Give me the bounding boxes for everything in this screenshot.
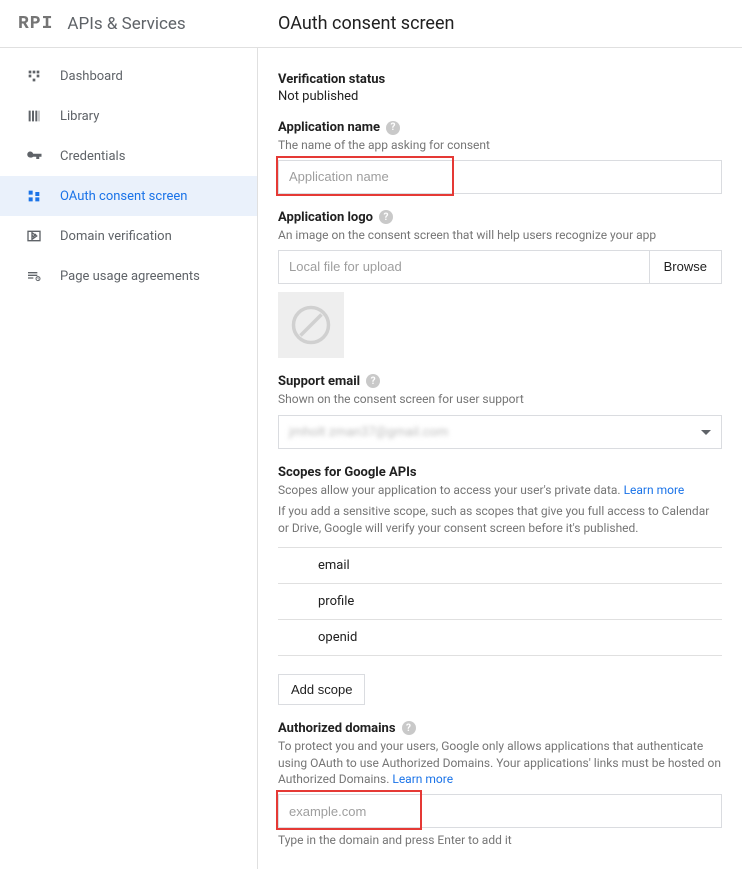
auth-domains-hint: To protect you and your users, Google on… — [278, 738, 722, 788]
sidebar-item-label: Page usage agreements — [60, 269, 200, 284]
auth-domain-enter-hint: Type in the domain and press Enter to ad… — [278, 832, 722, 849]
support-email-hint: Shown on the consent screen for user sup… — [278, 391, 722, 408]
sidebar-item-label: Domain verification — [60, 229, 172, 244]
sidebar-item-label: Library — [60, 109, 99, 124]
scopes-hint: Scopes allow your application to access … — [278, 482, 722, 499]
app-name-label-text: Application name — [278, 120, 380, 135]
credentials-icon — [24, 146, 44, 166]
add-scope-button[interactable]: Add scope — [278, 674, 365, 705]
api-logo: RPI — [18, 14, 53, 34]
sidebar: Dashboard Library Credentials OAuth cons… — [0, 48, 258, 869]
product-title: APIs & Services — [67, 14, 185, 34]
main-content: Verification status Not published Applic… — [258, 48, 742, 869]
scopes-hint-text: Scopes allow your application to access … — [278, 483, 624, 497]
auth-domains-label-text: Authorized domains — [278, 721, 396, 736]
page-title: OAuth consent screen — [258, 13, 454, 34]
auth-domains-hint-text: To protect you and your users, Google on… — [278, 739, 721, 787]
app-name-hint: The name of the app asking for consent — [278, 137, 722, 154]
scope-row: email — [278, 548, 722, 584]
help-icon[interactable]: ? — [379, 210, 393, 224]
scope-row: profile — [278, 584, 722, 620]
library-icon — [24, 106, 44, 126]
sidebar-item-consent[interactable]: OAuth consent screen — [0, 176, 257, 216]
domain-icon — [24, 226, 44, 246]
consent-icon — [24, 186, 44, 206]
browse-button[interactable]: Browse — [649, 250, 722, 284]
sidebar-item-dashboard[interactable]: Dashboard — [0, 56, 257, 96]
app-name-input[interactable] — [278, 160, 722, 194]
sidebar-item-domain[interactable]: Domain verification — [0, 216, 257, 256]
verification-status-label: Verification status — [278, 72, 722, 87]
support-email-value: jmholt zman37@gmail.com — [289, 425, 448, 440]
auth-domain-input[interactable] — [278, 794, 722, 828]
logo-placeholder — [278, 292, 344, 358]
sidebar-item-agreements[interactable]: Page usage agreements — [0, 256, 257, 296]
app-logo-label-text: Application logo — [278, 210, 373, 225]
sidebar-item-label: Dashboard — [60, 69, 123, 84]
app-logo-path-input[interactable] — [278, 250, 649, 284]
app-logo-hint: An image on the consent screen that will… — [278, 227, 722, 244]
auth-domains-learn-more-link[interactable]: Learn more — [392, 772, 453, 786]
support-email-label: Support email ? — [278, 374, 722, 389]
help-icon[interactable]: ? — [366, 374, 380, 388]
sidebar-item-label: OAuth consent screen — [60, 189, 187, 204]
support-email-select[interactable]: jmholt zman37@gmail.com — [278, 415, 722, 449]
scope-row: openid — [278, 620, 722, 656]
sidebar-item-library[interactable]: Library — [0, 96, 257, 136]
dashboard-icon — [24, 66, 44, 86]
app-name-label: Application name ? — [278, 120, 722, 135]
scope-list: email profile openid — [278, 547, 722, 656]
help-icon[interactable]: ? — [402, 721, 416, 735]
sidebar-item-credentials[interactable]: Credentials — [0, 136, 257, 176]
header-left: RPI APIs & Services — [0, 14, 258, 34]
chevron-down-icon — [701, 430, 711, 435]
auth-domains-label: Authorized domains ? — [278, 721, 722, 736]
scopes-sensitive-hint: If you add a sensitive scope, such as sc… — [278, 503, 722, 537]
agreements-icon — [24, 266, 44, 286]
app-logo-label: Application logo ? — [278, 210, 722, 225]
support-email-label-text: Support email — [278, 374, 360, 389]
scopes-label: Scopes for Google APIs — [278, 465, 722, 480]
sidebar-item-label: Credentials — [60, 149, 125, 164]
scopes-learn-more-link[interactable]: Learn more — [624, 483, 685, 497]
help-icon[interactable]: ? — [386, 121, 400, 135]
header: RPI APIs & Services OAuth consent screen — [0, 0, 742, 48]
verification-status-value: Not published — [278, 89, 722, 104]
